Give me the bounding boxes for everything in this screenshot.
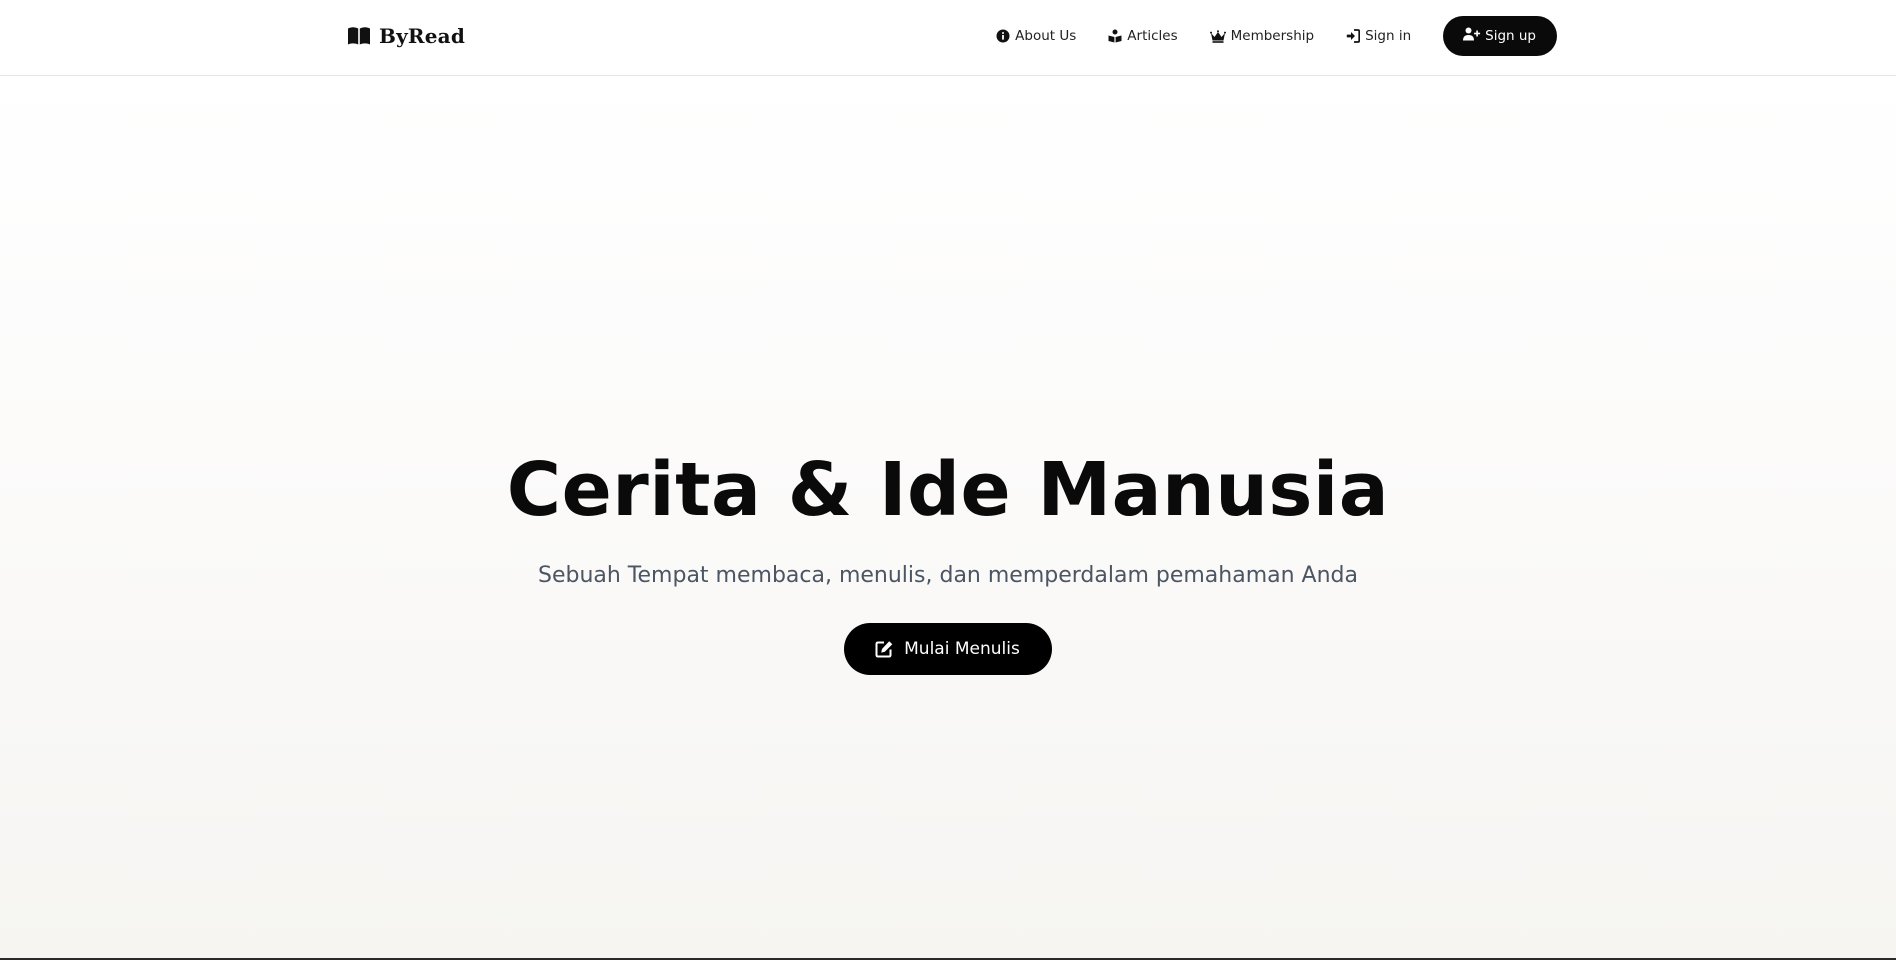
navbar: ByRead About Us Articles Membership Sign… — [0, 0, 1896, 76]
open-book-icon — [347, 26, 371, 46]
hero-subtitle: Sebuah Tempat membaca, menulis, dan memp… — [537, 563, 1358, 588]
user-plus-icon — [1463, 27, 1481, 45]
info-circle-icon — [996, 29, 1010, 43]
brand-logo-link[interactable]: ByRead — [347, 22, 465, 50]
start-writing-button[interactable]: Mulai Menulis — [844, 623, 1052, 675]
nav-link-label: About Us — [1015, 28, 1077, 44]
nav-link-label: Membership — [1230, 28, 1315, 44]
cta-wrapper: Mulai Menulis — [0, 623, 1896, 675]
crown-icon — [1209, 29, 1226, 43]
nav-link-about-us[interactable]: About Us — [996, 28, 1076, 44]
edit-icon — [875, 640, 894, 658]
nav-links: About Us Articles Membership Sign in Sig… — [996, 16, 1557, 56]
hero-title: Cerita & Ide Manusia — [506, 447, 1390, 533]
nav-link-membership[interactable]: Membership — [1209, 28, 1315, 44]
sign-up-button[interactable]: Sign up — [1443, 16, 1557, 56]
nav-link-label: Sign in — [1365, 28, 1412, 44]
nav-link-label: Articles — [1127, 28, 1178, 44]
nav-link-articles[interactable]: Articles — [1108, 28, 1178, 44]
nav-link-sign-in[interactable]: Sign in — [1346, 28, 1411, 44]
start-writing-label: Mulai Menulis — [904, 639, 1020, 659]
book-reader-icon — [1108, 29, 1122, 43]
brand-name: ByRead — [379, 24, 466, 48]
sign-up-label: Sign up — [1485, 28, 1536, 44]
sign-in-icon — [1346, 29, 1361, 43]
